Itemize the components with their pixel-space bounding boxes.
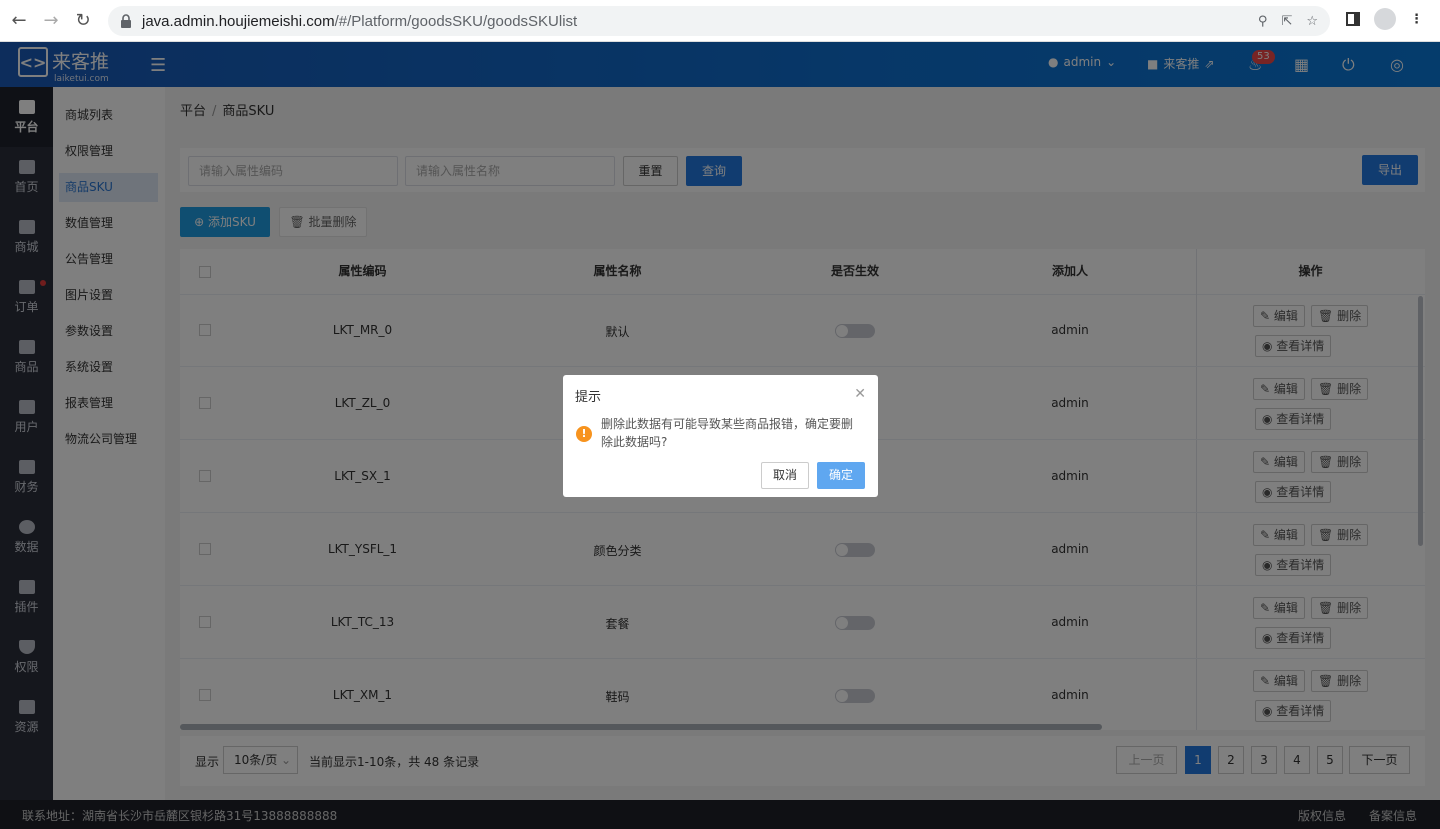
reload-icon[interactable]: ↻ <box>70 8 96 34</box>
lock-icon <box>121 14 131 28</box>
confirm-dialog: 提示 ✕ ! 删除此数据有可能导致某些商品报错，确定要删除此数据吗? 取消 确定 <box>563 375 878 497</box>
browser-toolbar: ← → ↻ java.admin.houjiemeishi.com/#/Plat… <box>0 0 1440 42</box>
url-text: java.admin.houjiemeishi.com/#/Platform/g… <box>142 12 578 30</box>
dialog-title: 提示 <box>575 390 602 405</box>
warning-icon: ! <box>576 426 592 442</box>
profile-icon[interactable] <box>1374 8 1396 30</box>
sidepanel-icon[interactable] <box>1346 12 1360 26</box>
address-bar[interactable]: java.admin.houjiemeishi.com/#/Platform/g… <box>108 6 1330 36</box>
forward-icon[interactable]: → <box>38 8 64 34</box>
dialog-message: 删除此数据有可能导致某些商品报错，确定要删除此数据吗? <box>601 417 854 449</box>
star-icon[interactable]: ☆ <box>1306 14 1318 29</box>
close-icon[interactable]: ✕ <box>854 386 866 402</box>
share-icon[interactable]: ⇱ <box>1281 14 1292 29</box>
cancel-button[interactable]: 取消 <box>761 462 809 489</box>
key-icon[interactable]: ⚲ <box>1258 14 1268 29</box>
confirm-button[interactable]: 确定 <box>817 462 865 489</box>
menu-icon[interactable]: ⋮ <box>1410 12 1423 27</box>
back-icon[interactable]: ← <box>6 8 32 34</box>
